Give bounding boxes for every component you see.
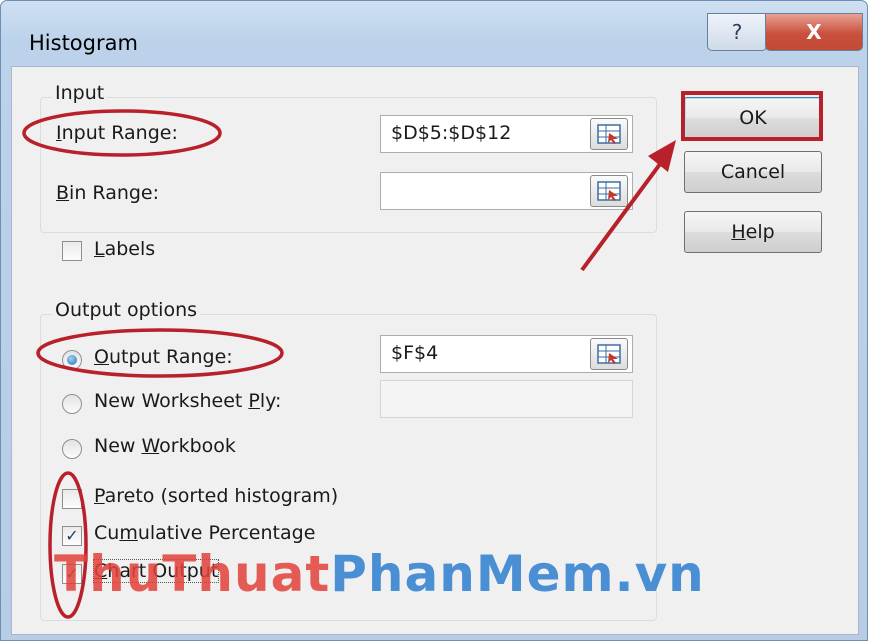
bin-range-label: Bin Range: xyxy=(56,182,160,204)
output-range-collapse-button[interactable] xyxy=(590,338,628,370)
cumulative-percentage-checkbox[interactable]: ✓ xyxy=(62,526,82,546)
help-button[interactable]: Help xyxy=(684,211,822,253)
labels-checkbox-label: Labels xyxy=(94,238,156,260)
new-worksheet-ply-label: New Worksheet Ply: xyxy=(94,390,282,412)
pareto-label: Pareto (sorted histogram) xyxy=(94,485,339,507)
input-range-collapse-button[interactable] xyxy=(590,118,628,150)
labels-checkbox[interactable] xyxy=(62,241,82,261)
pareto-checkbox[interactable] xyxy=(62,489,82,509)
output-group-label: Output options xyxy=(52,299,201,321)
range-select-icon xyxy=(597,181,621,201)
close-icon: X xyxy=(806,20,822,44)
watermark: ThuThuatPhanMem.vn xyxy=(54,545,705,603)
watermark-part1: ThuThuat xyxy=(54,545,331,603)
range-select-icon xyxy=(597,124,621,144)
bin-range-collapse-button[interactable] xyxy=(590,175,628,207)
help-title-button[interactable]: ? xyxy=(707,13,767,51)
cancel-button[interactable]: Cancel xyxy=(684,151,822,193)
input-group-label: Input xyxy=(52,82,108,104)
new-workbook-radio[interactable] xyxy=(62,439,82,459)
output-range-label: Output Range: xyxy=(94,346,233,368)
close-button[interactable]: X xyxy=(765,13,863,51)
new-worksheet-ply-field[interactable] xyxy=(380,380,633,418)
new-worksheet-ply-radio[interactable] xyxy=(62,394,82,414)
cumulative-percentage-label: Cumulative Percentage xyxy=(94,522,316,544)
new-workbook-label: New Workbook xyxy=(94,435,236,457)
dialog-title: Histogram xyxy=(29,31,138,55)
question-mark-icon: ? xyxy=(731,20,743,44)
range-select-icon xyxy=(597,344,621,364)
output-range-radio[interactable] xyxy=(62,350,82,370)
checkmark-icon: ✓ xyxy=(65,526,79,545)
watermark-part2: PhanMem.vn xyxy=(330,545,705,603)
ok-button[interactable]: OK xyxy=(684,97,822,139)
input-range-label: Input Range: xyxy=(56,122,178,144)
